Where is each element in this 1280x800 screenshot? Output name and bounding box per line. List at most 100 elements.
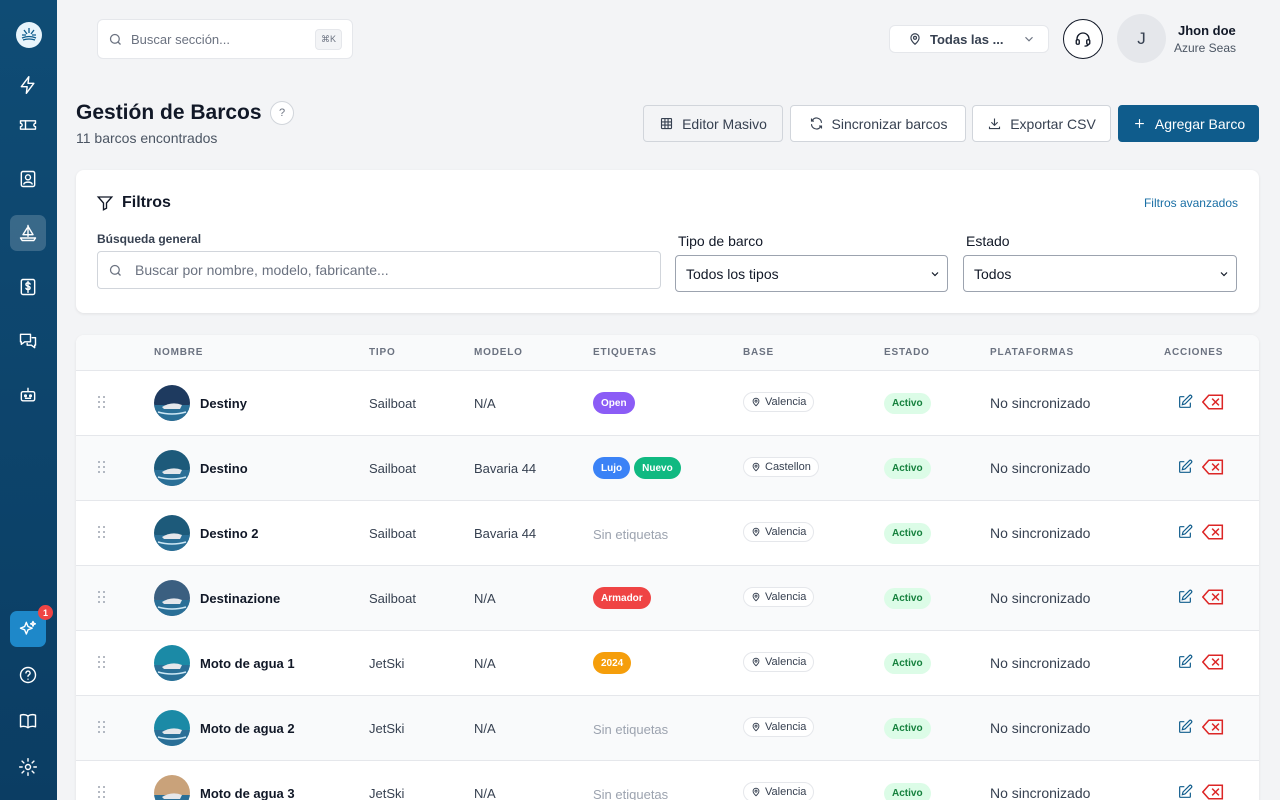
map-pin-icon — [752, 397, 760, 407]
edit-icon[interactable] — [1177, 719, 1195, 737]
base-name: Valencia — [765, 526, 807, 538]
sidebar-item-boats[interactable] — [10, 215, 46, 251]
tags-cell: Open — [593, 392, 635, 414]
boat-model: Bavaria 44 — [474, 526, 537, 541]
column-header-base[interactable]: BASE — [743, 347, 774, 358]
chevron-down-icon — [1025, 36, 1033, 42]
drag-handle-icon[interactable] — [98, 526, 108, 540]
boat-thumbnail — [154, 645, 190, 681]
boat-name[interactable]: Moto de agua 2 — [200, 721, 295, 736]
add-boat-label: Agregar Barco — [1154, 115, 1246, 132]
base-badge: Valencia — [743, 717, 815, 737]
help-icon[interactable]: ? — [270, 101, 294, 125]
sidebar-item-settings[interactable] — [10, 749, 46, 785]
delete-icon[interactable] — [1201, 718, 1224, 736]
ai-assistant-button[interactable]: 1 — [10, 605, 53, 647]
export-csv-button[interactable]: Exportar CSV — [972, 105, 1111, 142]
status-badge: Activo — [884, 588, 931, 609]
mass-editor-button[interactable]: Editor Masivo — [643, 105, 783, 142]
boat-name[interactable]: Destiny — [200, 396, 247, 411]
sailboat-icon — [19, 224, 37, 242]
section-search-input[interactable]: Buscar sección... ⌘K — [97, 19, 353, 59]
sidebar-item-messages[interactable] — [10, 323, 46, 359]
delete-icon[interactable] — [1201, 588, 1224, 606]
search-icon — [109, 264, 121, 276]
boat-thumbnail — [154, 775, 190, 800]
table-row[interactable]: Destino Sailboat Bavaria 44 Lujo Nuevo Ca… — [76, 436, 1259, 501]
drag-handle-icon[interactable] — [98, 591, 108, 605]
tag-badge: Nuevo — [634, 457, 681, 479]
sidebar-item-dashboard[interactable] — [10, 67, 46, 103]
search-icon — [109, 33, 121, 45]
table-row[interactable]: Moto de agua 2 JetSki N/A Sin etiquetas … — [76, 696, 1259, 761]
sidebar-item-help[interactable] — [10, 657, 46, 693]
sync-boats-button[interactable]: Sincronizar barcos — [790, 105, 966, 142]
edit-icon[interactable] — [1177, 654, 1195, 672]
column-header-model[interactable]: MODELO — [474, 347, 523, 358]
platforms-status: No sincronizado — [990, 785, 1091, 800]
table-row[interactable]: Destinazione Sailboat N/A Armador Valenc… — [76, 566, 1259, 631]
tag-badge: Open — [593, 392, 635, 414]
delete-icon[interactable] — [1201, 783, 1224, 800]
delete-icon[interactable] — [1201, 458, 1224, 476]
general-search-placeholder: Buscar por nombre, modelo, fabricante... — [135, 262, 389, 278]
status-label: Estado — [966, 233, 1010, 249]
table-header: NOMBRE TIPO MODELO ETIQUETAS BASE ESTADO… — [76, 335, 1259, 371]
edit-icon[interactable] — [1177, 784, 1195, 800]
base-badge: Valencia — [743, 652, 815, 672]
edit-icon[interactable] — [1177, 589, 1195, 607]
map-pin-icon — [752, 592, 760, 602]
add-boat-button[interactable]: Agregar Barco — [1118, 105, 1259, 142]
support-button[interactable] — [1063, 19, 1103, 59]
boat-type-select[interactable]: Todos los tipos — [675, 255, 948, 292]
map-pin-icon — [752, 527, 760, 537]
status-select[interactable]: Todos — [963, 255, 1237, 292]
boat-type: Sailboat — [369, 461, 416, 476]
boat-name[interactable]: Moto de agua 3 — [200, 786, 295, 800]
tags-cell: Armador — [593, 587, 651, 609]
boat-name[interactable]: Destinazione — [200, 591, 280, 606]
base-name: Valencia — [765, 396, 807, 408]
sidebar-item-bot[interactable] — [10, 377, 46, 413]
user-organization: Azure Seas — [1174, 41, 1237, 55]
drag-handle-icon[interactable] — [98, 721, 108, 735]
drag-handle-icon[interactable] — [98, 786, 108, 800]
drag-handle-icon[interactable] — [98, 461, 108, 475]
column-header-name[interactable]: NOMBRE — [154, 347, 203, 358]
table-row[interactable]: Destino 2 Sailboat Bavaria 44 Sin etique… — [76, 501, 1259, 566]
boat-type-label: Tipo de barco — [678, 233, 764, 249]
sidebar-item-contacts[interactable] — [10, 161, 46, 197]
delete-icon[interactable] — [1201, 653, 1224, 671]
table-row[interactable]: Moto de agua 1 JetSki N/A 2024 Valencia … — [76, 631, 1259, 696]
boat-name[interactable]: Destino — [200, 461, 248, 476]
general-search-input[interactable]: Buscar por nombre, modelo, fabricante... — [97, 251, 661, 289]
location-selector[interactable]: Todas las ... — [889, 25, 1049, 53]
boat-type: JetSki — [369, 786, 405, 800]
boat-thumbnail — [154, 450, 190, 486]
sidebar-item-finance[interactable] — [10, 269, 46, 305]
column-header-type[interactable]: TIPO — [369, 347, 396, 358]
chat-icon — [19, 333, 37, 349]
avatar[interactable]: J — [1117, 14, 1166, 63]
advanced-filters-link[interactable]: Filtros avanzados — [1144, 196, 1238, 210]
sidebar-item-docs[interactable] — [10, 703, 46, 739]
edit-icon[interactable] — [1177, 524, 1195, 542]
boat-name[interactable]: Destino 2 — [200, 526, 259, 541]
app-logo[interactable] — [15, 22, 42, 48]
edit-icon[interactable] — [1177, 459, 1195, 477]
table-row[interactable]: Moto de agua 3 JetSki N/A Sin etiquetas … — [76, 761, 1259, 800]
gear-icon — [18, 757, 38, 777]
sidebar-item-bookings[interactable] — [10, 107, 46, 143]
boat-name[interactable]: Moto de agua 1 — [200, 656, 295, 671]
filters-header: Filtros — [96, 194, 171, 212]
table-row[interactable]: Destiny Sailboat N/A Open Valencia Activ… — [76, 371, 1259, 436]
robot-icon — [20, 387, 36, 402]
lightning-icon — [20, 75, 35, 95]
delete-icon[interactable] — [1201, 523, 1224, 541]
delete-icon[interactable] — [1201, 393, 1224, 411]
edit-icon[interactable] — [1177, 394, 1195, 412]
drag-handle-icon[interactable] — [98, 656, 108, 670]
column-header-status[interactable]: ESTADO — [884, 347, 930, 358]
drag-handle-icon[interactable] — [98, 396, 108, 410]
keyboard-shortcut: ⌘K — [314, 28, 342, 50]
